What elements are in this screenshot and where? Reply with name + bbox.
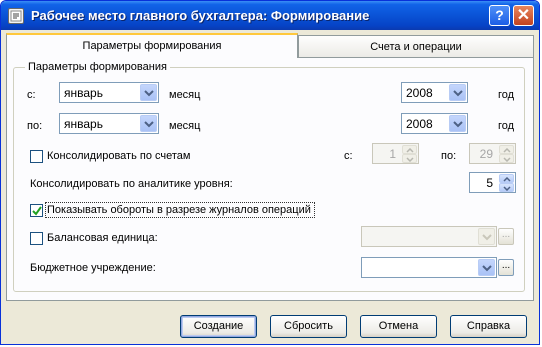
chevron-down-icon[interactable] [449, 84, 466, 101]
consolidate-accounts-checkbox[interactable] [30, 150, 43, 163]
accounts-from-value: 1 [389, 147, 396, 161]
consolidate-accounts-label: Консолидировать по счетам [47, 150, 191, 162]
accounts-from-spinner[interactable]: 1 [372, 143, 419, 164]
to-year-label: год [498, 120, 515, 132]
chevron-down-icon[interactable] [140, 84, 157, 101]
budget-institution-label: Бюджетное учреждение: [30, 262, 156, 274]
chevron-down-icon[interactable] [449, 115, 466, 132]
help-title-button[interactable]: ? [489, 5, 510, 26]
tab-strip: Параметры формирования Счета и операции [6, 33, 534, 58]
tab-accounts-operations[interactable]: Счета и операции [298, 35, 534, 57]
show-turnover-label: Показывать обороты в разрезе журналов оп… [47, 204, 311, 216]
balance-unit-label: Балансовая единица: [47, 232, 158, 244]
chevron-down-icon[interactable] [478, 259, 495, 276]
consolidate-level-spinner[interactable]: 5 [469, 172, 516, 193]
show-turnover-checkbox[interactable] [30, 204, 43, 217]
to-month-value: январь [64, 117, 103, 131]
close-button[interactable]: ✕ [513, 5, 534, 26]
balance-unit-combo[interactable] [361, 226, 497, 247]
to-month-combo[interactable]: январь [59, 113, 159, 134]
cancel-button[interactable]: Отмена [360, 315, 437, 338]
balance-unit-browse-button[interactable]: ... [498, 228, 514, 245]
from-month-value: январь [64, 86, 103, 100]
accounts-to-label: по: [441, 150, 457, 162]
create-button[interactable]: Создание [180, 315, 257, 338]
to-year-combo[interactable]: 2008 [401, 113, 468, 134]
spin-down-icon[interactable] [499, 183, 514, 192]
budget-institution-browse-button[interactable]: ... [498, 259, 514, 276]
from-year-value: 2008 [406, 86, 433, 100]
chevron-down-icon[interactable] [478, 228, 495, 245]
tab-parameters[interactable]: Параметры формирования [6, 33, 298, 58]
from-year-combo[interactable]: 2008 [401, 82, 468, 103]
budget-institution-combo[interactable] [361, 257, 497, 278]
consolidate-level-value: 5 [486, 176, 493, 190]
from-month-combo[interactable]: январь [59, 82, 159, 103]
to-year-value: 2008 [406, 117, 433, 131]
spin-up-icon[interactable] [499, 174, 514, 183]
to-label: по: [27, 120, 43, 132]
from-month-label: месяц [169, 89, 201, 101]
accounts-to-spinner[interactable]: 29 [469, 143, 516, 164]
spin-up-icon[interactable] [402, 145, 417, 154]
chevron-down-icon[interactable] [140, 115, 157, 132]
from-year-label: год [498, 89, 515, 101]
dialog-window: Рабочее место главного бухгалтера: Форми… [0, 0, 540, 345]
spin-down-icon[interactable] [402, 154, 417, 163]
accounts-to-value: 29 [479, 147, 493, 161]
group-title: Параметры формирования [25, 61, 170, 73]
balance-unit-checkbox[interactable] [30, 232, 43, 245]
accounts-from-label: с: [344, 150, 353, 162]
title-bar[interactable]: Рабочее место главного бухгалтера: Форми… [1, 1, 539, 30]
spin-up-icon[interactable] [499, 145, 514, 154]
from-label: с: [27, 89, 36, 101]
consolidate-level-label: Консолидировать по аналитике уровня: [30, 178, 233, 190]
help-button[interactable]: Справка [450, 315, 527, 338]
to-month-label: месяц [169, 120, 201, 132]
spin-down-icon[interactable] [499, 154, 514, 163]
window-title: Рабочее место главного бухгалтера: Форми… [31, 8, 370, 23]
app-icon [8, 8, 24, 24]
reset-button[interactable]: Сбросить [270, 315, 347, 338]
